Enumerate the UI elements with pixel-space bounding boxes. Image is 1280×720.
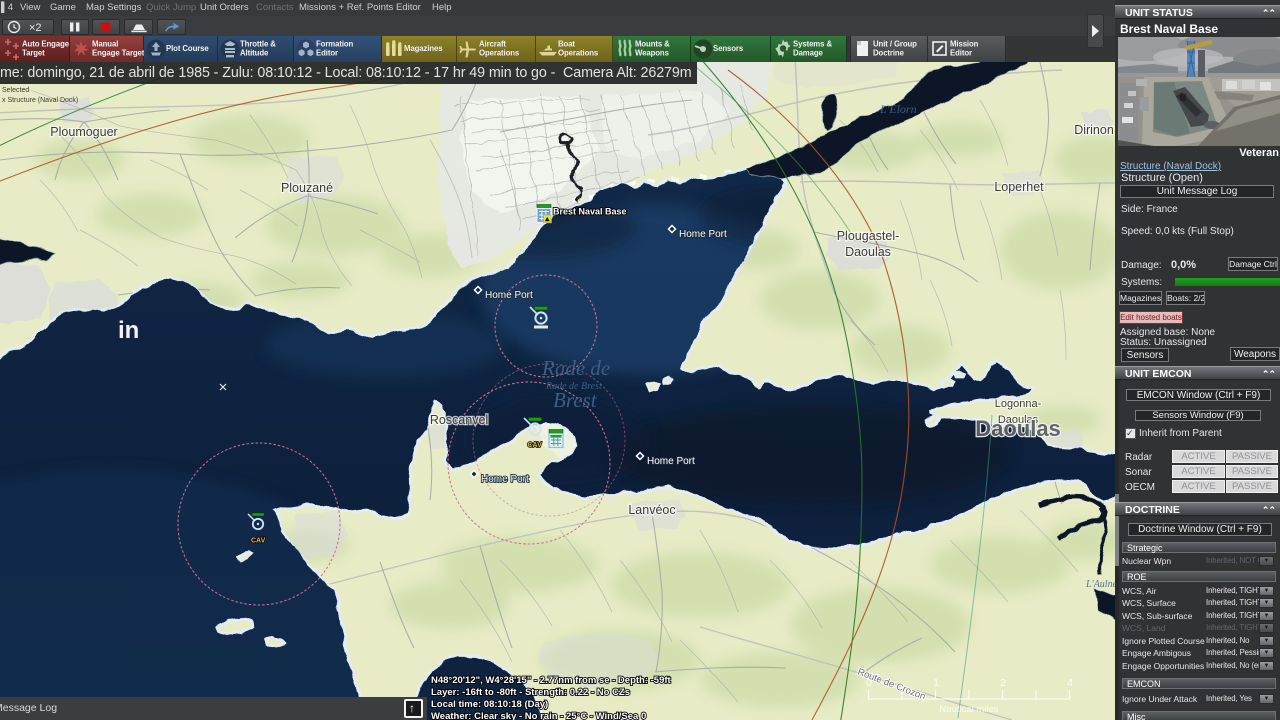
svg-text:Brest: Brest [553, 388, 598, 412]
svg-text:Plougastel-: Plougastel- [837, 229, 900, 243]
svg-text:Local time: 08:10:18 (Day): Local time: 08:10:18 (Day) [431, 699, 548, 710]
svg-text:Home Port: Home Port [485, 290, 533, 301]
svg-text:Ploumoguer: Ploumoguer [50, 125, 117, 139]
svg-text:Logonna-: Logonna- [995, 398, 1042, 410]
svg-text:Brest Naval Base: Brest Naval Base [553, 207, 627, 217]
svg-text:Nautical miles: Nautical miles [939, 704, 998, 715]
svg-text:in: in [118, 317, 139, 344]
svg-text:Plouzané: Plouzané [281, 181, 333, 195]
svg-text:L'Elorn: L'Elorn [879, 102, 917, 116]
svg-text:CAV: CAV [528, 442, 543, 449]
svg-text:CAV: CAV [251, 538, 266, 545]
svg-text:1: 1 [933, 677, 939, 689]
svg-text:Dirinon: Dirinon [1074, 123, 1114, 137]
svg-text:Weather: Clear sky - No rain -: Weather: Clear sky - No rain - 25°C - Wi… [431, 711, 646, 720]
svg-text:Home Port: Home Port [647, 456, 695, 467]
svg-text:Layer: -16ft to -80ft - Streng: Layer: -16ft to -80ft - Strength: 0.22 -… [431, 687, 630, 698]
svg-text:L'Aulne: L'Aulne [1085, 579, 1115, 590]
svg-text:Lanvéoc: Lanvéoc [628, 503, 675, 517]
svg-text:Home Port: Home Port [481, 474, 529, 485]
svg-text:Loperhet: Loperhet [994, 180, 1044, 194]
svg-text:2: 2 [1000, 677, 1006, 689]
svg-text:Daoulas: Daoulas [975, 416, 1061, 441]
svg-text:4: 4 [1067, 677, 1073, 689]
svg-text:Daoulas: Daoulas [845, 245, 891, 259]
svg-text:0: 0 [866, 677, 872, 689]
svg-text:×2: ×2 [29, 22, 42, 34]
svg-text:N48°20'12", W4°28'15" - 2.77nm: N48°20'12", W4°28'15" - 2.77nm from se -… [431, 675, 672, 686]
svg-text:Roscanvel: Roscanvel [430, 413, 488, 427]
svg-text:Home Port: Home Port [679, 229, 727, 240]
svg-text:Rade de: Rade de [541, 356, 610, 380]
